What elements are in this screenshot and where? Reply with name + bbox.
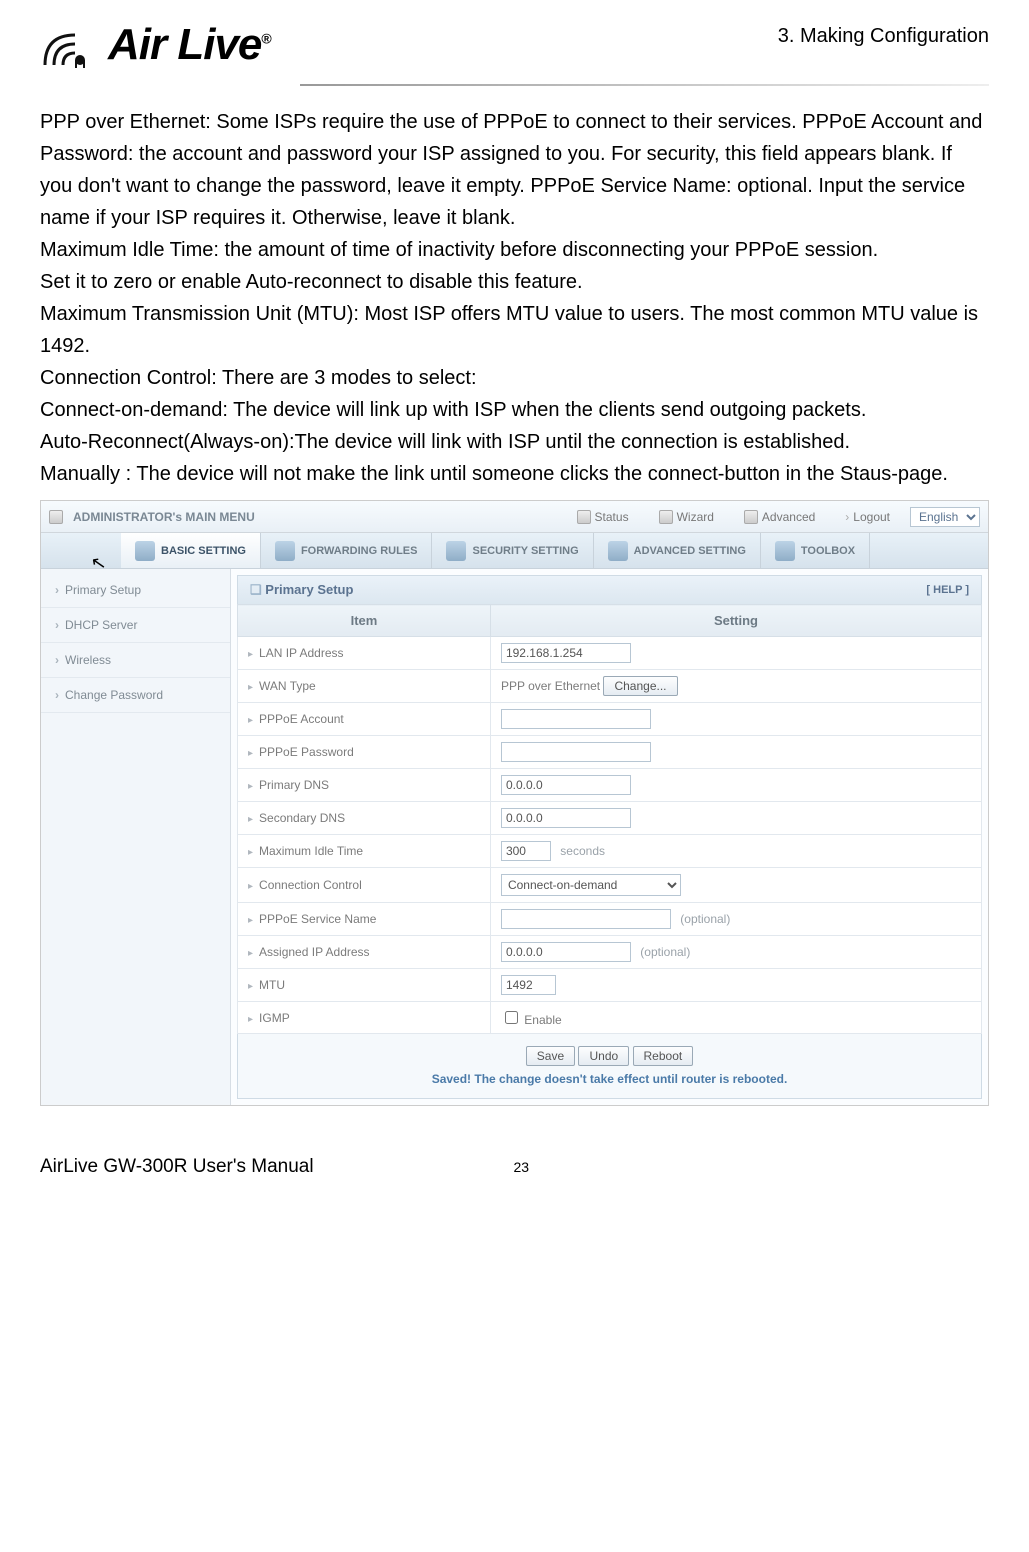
square-icon [49,510,63,524]
label-max-idle: Maximum Idle Time [238,835,491,868]
label-mtu: MTU [238,969,491,1002]
table-row: WAN Type PPP over Ethernet Change... [238,670,982,703]
input-mtu[interactable] [501,975,556,995]
input-assigned-ip[interactable] [501,942,631,962]
nav-wizard[interactable]: Wizard [649,510,724,524]
router-admin-screenshot: ADMINISTRATOR's MAIN MENU Status Wizard … [40,500,989,1106]
sidebar-item-primary-setup[interactable]: Primary Setup [41,573,230,608]
tab-forwarding-rules[interactable]: FORWARDING RULES [261,533,433,568]
select-connection-control[interactable]: Connect-on-demand [501,874,681,896]
input-lan-ip[interactable] [501,643,631,663]
input-pppoe-account[interactable] [501,709,651,729]
input-secondary-dns[interactable] [501,808,631,828]
label-pppoe-account: PPPoE Account [238,703,491,736]
logo-text: Air Live® [108,20,271,70]
top-menu-bar: ADMINISTRATOR's MAIN MENU Status Wizard … [41,501,988,533]
sidebar-item-change-password[interactable]: Change Password [41,678,230,713]
square-icon: ❏ [250,582,262,597]
sidebar-item-wireless[interactable]: Wireless [41,643,230,678]
main-panel: ❏ Primary Setup [ HELP ] Item Setting LA… [231,569,988,1105]
undo-button[interactable]: Undo [578,1046,629,1066]
input-service-name[interactable] [501,909,671,929]
table-row: Secondary DNS [238,802,982,835]
tab-basic-setting[interactable]: BASIC SETTING [121,533,261,568]
unit-seconds: seconds [560,844,605,858]
language-select[interactable]: English [910,507,980,527]
col-setting: Setting [490,605,981,637]
label-wan-type: WAN Type [238,670,491,703]
logo: Air Live® [40,20,271,70]
basic-setting-icon [135,541,155,561]
label-conn-ctrl: Connection Control [238,868,491,903]
table-row: MTU [238,969,982,1002]
tab-bar: ↖ BASIC SETTING FORWARDING RULES SECURIT… [41,533,988,569]
settings-table: Item Setting LAN IP Address WAN Type PPP… [237,604,982,1034]
input-max-idle[interactable] [501,841,551,861]
input-primary-dns[interactable] [501,775,631,795]
forwarding-icon [275,541,295,561]
table-row: Connection Control Connect-on-demand [238,868,982,903]
page-number: 23 [514,1159,530,1175]
header-divider [300,84,989,86]
label-primary-dns: Primary DNS [238,769,491,802]
change-button[interactable]: Change... [603,676,677,696]
table-row: Assigned IP Address (optional) [238,936,982,969]
table-row: IGMP Enable [238,1002,982,1034]
toolbox-icon [775,541,795,561]
help-link[interactable]: [ HELP ] [926,584,969,596]
tab-security-setting[interactable]: SECURITY SETTING [432,533,593,568]
action-bar: Save Undo Reboot Saved! The change doesn… [237,1034,982,1099]
table-row: Maximum Idle Time seconds [238,835,982,868]
table-row: Primary DNS [238,769,982,802]
status-icon [577,510,591,524]
advanced-setting-icon [608,541,628,561]
tab-advanced-setting[interactable]: ADVANCED SETTING [594,533,761,568]
sidebar-item-dhcp-server[interactable]: DHCP Server [41,608,230,643]
label-igmp: IGMP [238,1002,491,1034]
label-secondary-dns: Secondary DNS [238,802,491,835]
reboot-button[interactable]: Reboot [633,1046,694,1066]
signal-icon [40,20,100,70]
tab-toolbox[interactable]: TOOLBOX [761,533,870,568]
value-wan-type: PPP over Ethernet [501,679,600,693]
table-row: PPPoE Password [238,736,982,769]
label-lan-ip: LAN IP Address [238,637,491,670]
col-item: Item [238,605,491,637]
optional-text: (optional) [640,945,690,959]
panel-title: Primary Setup [265,582,353,597]
table-row: PPPoE Account [238,703,982,736]
checkbox-label-enable: Enable [524,1013,561,1027]
advanced-icon [744,510,758,524]
chapter-title: 3. Making Configuration [778,20,989,48]
manual-title: AirLive GW-300R User's Manual [40,1156,314,1178]
label-service-name: PPPoE Service Name [238,903,491,936]
saved-message: Saved! The change doesn't take effect un… [250,1072,969,1086]
table-row: PPPoE Service Name (optional) [238,903,982,936]
input-pppoe-password[interactable] [501,742,651,762]
nav-logout[interactable]: › Logout [835,510,900,524]
nav-status[interactable]: Status [567,510,639,524]
nav-advanced[interactable]: Advanced [734,510,825,524]
body-text: PPP over Ethernet: Some ISPs require the… [40,106,989,490]
security-icon [446,541,466,561]
wizard-icon [659,510,673,524]
optional-text: (optional) [680,912,730,926]
label-pppoe-password: PPPoE Password [238,736,491,769]
label-assigned-ip: Assigned IP Address [238,936,491,969]
save-button[interactable]: Save [526,1046,575,1066]
admin-main-menu-title: ADMINISTRATOR's MAIN MENU [73,510,255,524]
table-row: LAN IP Address [238,637,982,670]
sidebar: Primary Setup DHCP Server Wireless Chang… [41,569,231,1105]
checkbox-igmp[interactable] [505,1011,518,1024]
